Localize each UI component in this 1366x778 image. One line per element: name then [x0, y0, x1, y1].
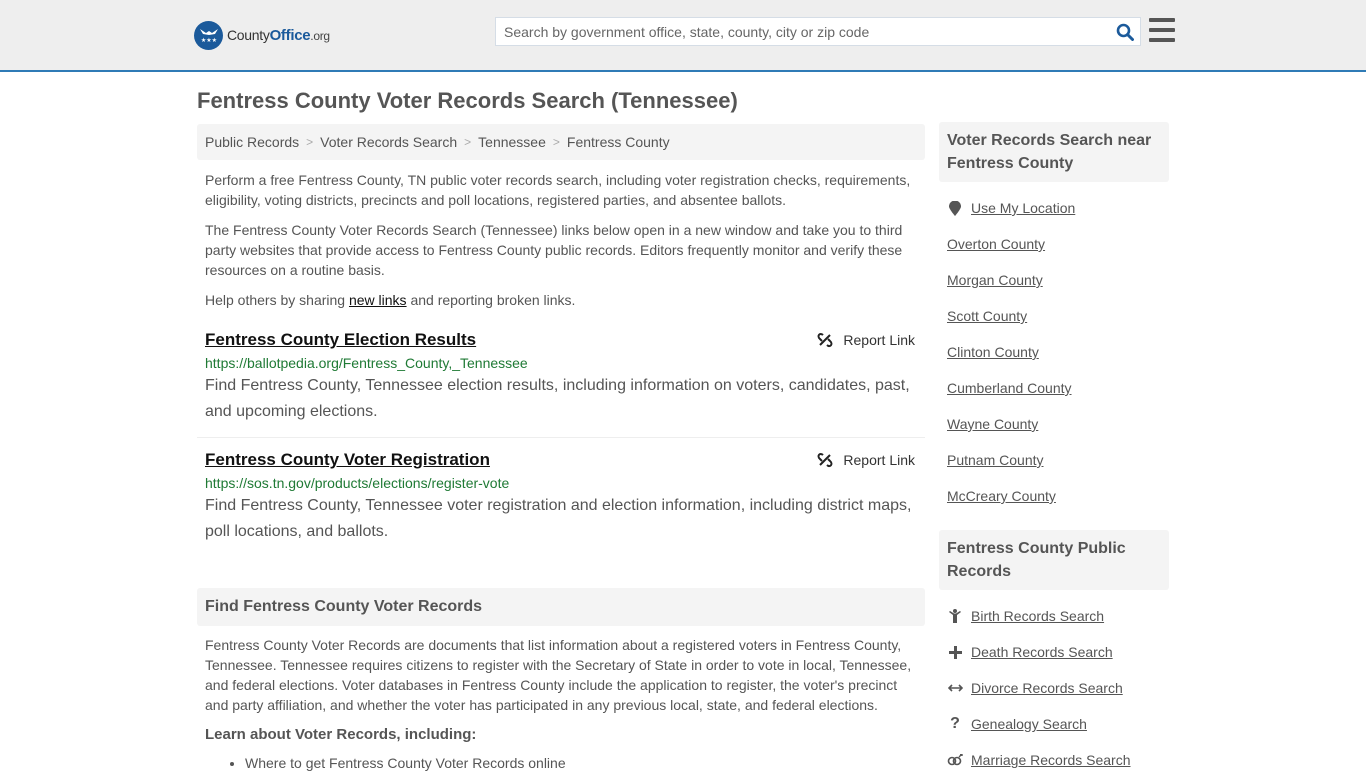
svg-text:★★★: ★★★	[200, 37, 216, 44]
use-location-item: Use My Location	[947, 190, 1161, 226]
breadcrumb-separator: >	[306, 135, 314, 149]
cross-icon	[947, 645, 963, 659]
breadcrumb: Public Records > Voter Records Search > …	[197, 124, 925, 160]
breadcrumb-fentress-county[interactable]: Fentress County	[567, 134, 670, 150]
learn-about-heading: Learn about Voter Records, including:	[205, 726, 477, 743]
search-input[interactable]	[496, 18, 1110, 45]
nearby-county-link[interactable]: Overton County	[947, 236, 1045, 252]
result-description: Find Fentress County, Tennessee election…	[205, 377, 910, 420]
public-records-heading: Fentress County Public Records	[939, 530, 1169, 590]
arrows-horizontal-icon	[947, 683, 963, 693]
nearby-county-link[interactable]: Clinton County	[947, 344, 1039, 360]
nearby-county-link[interactable]: McCreary County	[947, 488, 1056, 504]
result-url: https://sos.tn.gov/products/elections/re…	[205, 475, 510, 491]
nearby-county-item: Scott County	[947, 298, 1161, 334]
learn-about-list: Where to get Fentress County Voter Recor…	[245, 754, 917, 772]
nearby-county-item: Overton County	[947, 226, 1161, 262]
learn-about-item: Where to get Fentress County Voter Recor…	[245, 754, 917, 772]
find-section-paragraph: Fentress County Voter Records are docume…	[205, 637, 912, 713]
intro: Perform a free Fentress County, TN publi…	[197, 170, 925, 310]
breadcrumb-separator: >	[464, 135, 472, 149]
public-record-item: Birth Records Search	[947, 598, 1161, 634]
nearby-county-item: Wayne County	[947, 406, 1161, 442]
nearby-county-item: Clinton County	[947, 334, 1161, 370]
public-record-item: Divorce Records Search	[947, 670, 1161, 706]
nearby-county-item: Morgan County	[947, 262, 1161, 298]
search-icon	[1116, 23, 1134, 41]
public-record-item: Death Records Search	[947, 634, 1161, 670]
nearby-county-link[interactable]: Scott County	[947, 308, 1027, 324]
breadcrumb-tennessee[interactable]: Tennessee	[478, 134, 546, 150]
nearby-county-link[interactable]: Morgan County	[947, 272, 1043, 288]
nearby-county-item: Cumberland County	[947, 370, 1161, 406]
sidebar: Voter Records Search near Fentress Count…	[939, 122, 1169, 778]
broken-link-icon	[817, 332, 833, 348]
hamburger-menu-icon[interactable]	[1149, 18, 1175, 42]
intro-paragraph: The Fentress County Voter Records Search…	[205, 222, 903, 278]
find-section-body: Fentress County Voter Records are docume…	[197, 635, 925, 772]
search-button[interactable]	[1110, 18, 1140, 45]
share-links-text: Help others by sharing new links and rep…	[205, 292, 576, 308]
result-item: Fentress County Voter Registration Repor…	[197, 449, 925, 545]
result-title-link[interactable]: Fentress County Voter Registration	[205, 449, 490, 471]
result-item: Fentress County Election Results Report …	[197, 329, 925, 438]
breadcrumb-separator: >	[552, 135, 560, 149]
death-records-link[interactable]: Death Records Search	[971, 644, 1113, 660]
intro-paragraph: Perform a free Fentress County, TN publi…	[205, 172, 911, 208]
birth-records-link[interactable]: Birth Records Search	[971, 608, 1104, 624]
genealogy-search-link[interactable]: Genealogy Search	[971, 716, 1087, 732]
new-links-link[interactable]: new links	[349, 292, 407, 308]
result-url: https://ballotpedia.org/Fentress_County,…	[205, 355, 528, 371]
result-description: Find Fentress County, Tennessee voter re…	[205, 497, 912, 540]
main-content: Public Records > Voter Records Search > …	[197, 124, 925, 772]
nearby-list: Use My Location Overton County Morgan Co…	[939, 190, 1169, 514]
broken-link-icon	[817, 452, 833, 468]
question-icon: ?	[950, 715, 960, 732]
marriage-icon	[947, 754, 963, 766]
site-header: ★★★ CountyOffice.org	[0, 0, 1366, 72]
search-box	[495, 17, 1141, 46]
nearby-county-link[interactable]: Putnam County	[947, 452, 1044, 468]
child-icon	[947, 609, 963, 623]
public-records-list: Birth Records Search Death Records Searc…	[939, 598, 1169, 778]
logo-text: CountyOffice.org	[227, 26, 330, 44]
page-title: Fentress County Voter Records Search (Te…	[197, 88, 738, 113]
map-marker-icon	[947, 200, 963, 216]
nearby-county-item: McCreary County	[947, 478, 1161, 514]
report-link-button[interactable]: Report Link	[817, 449, 915, 471]
marriage-records-link[interactable]: Marriage Records Search	[971, 752, 1131, 768]
logo-link[interactable]: ★★★ CountyOffice.org	[194, 20, 330, 50]
divorce-records-link[interactable]: Divorce Records Search	[971, 680, 1123, 696]
report-link-button[interactable]: Report Link	[817, 329, 915, 351]
nearby-county-link[interactable]: Wayne County	[947, 416, 1038, 432]
find-section-heading: Find Fentress County Voter Records	[197, 588, 925, 626]
public-record-item: Marriage Records Search	[947, 742, 1161, 778]
logo-eagle-icon: ★★★	[194, 20, 223, 50]
breadcrumb-public-records[interactable]: Public Records	[205, 134, 299, 150]
public-record-item: ? Genealogy Search	[947, 706, 1161, 742]
nearby-county-link[interactable]: Cumberland County	[947, 380, 1072, 396]
breadcrumb-voter-records-search[interactable]: Voter Records Search	[320, 134, 457, 150]
result-title-link[interactable]: Fentress County Election Results	[205, 329, 476, 351]
nearby-county-item: Putnam County	[947, 442, 1161, 478]
nearby-heading: Voter Records Search near Fentress Count…	[939, 122, 1169, 182]
use-my-location-link[interactable]: Use My Location	[971, 200, 1075, 216]
